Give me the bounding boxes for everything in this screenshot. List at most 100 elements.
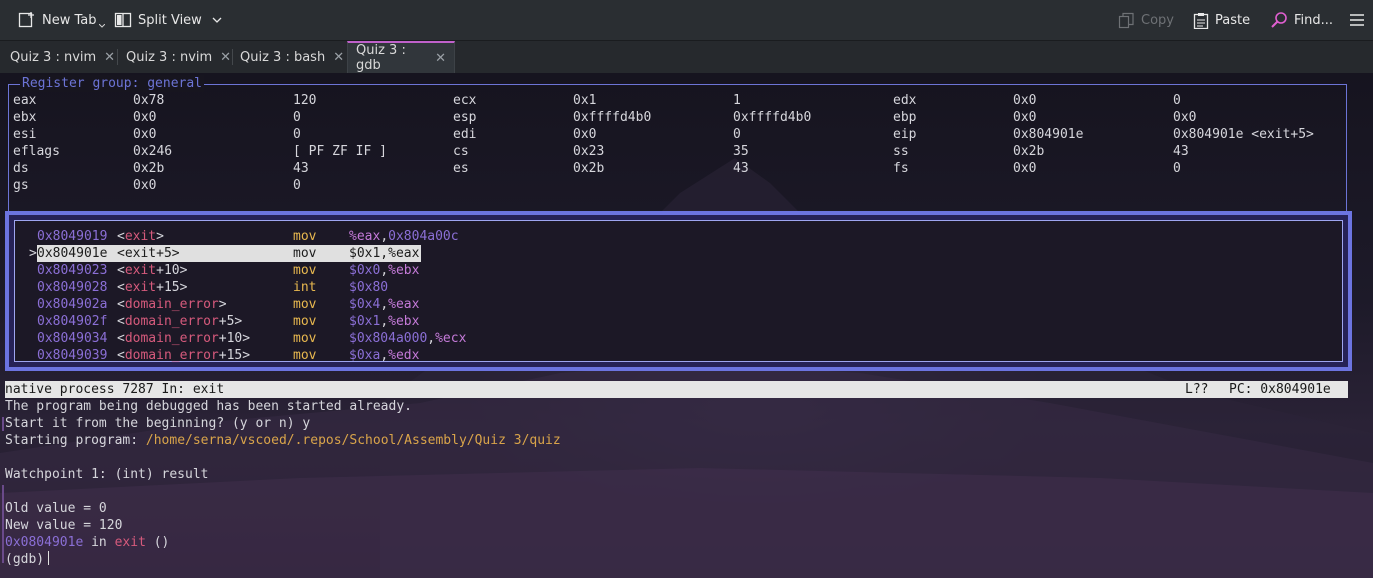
new-tab-button[interactable]: New Tab (18, 0, 105, 40)
console-line: Start it from the beginning? (y or n) y (5, 416, 311, 431)
hamburger-menu-button[interactable] (1349, 0, 1365, 40)
toolbar: New Tab Split View Copy Paste Find... (0, 0, 1373, 40)
asm-address: 0x8049039 (37, 348, 108, 363)
instruction-row: 0x8049028 <exit+15> int $0x80 (0, 279, 1373, 296)
asm-symbol-offset: +10 (218, 331, 243, 346)
stop-address: 0x0804901e (5, 535, 84, 550)
register-natural: 0x804901e <exit+5> (1173, 127, 1314, 142)
paste-button[interactable]: Paste (1193, 0, 1250, 40)
close-icon[interactable]: ✕ (333, 50, 344, 65)
asm-opcode: mov (293, 297, 317, 312)
asm-operand: , (380, 263, 389, 278)
status-line: L?? (1185, 382, 1209, 397)
console-text: Starting program: (5, 433, 146, 448)
tab-label: Quiz 3 : bash (240, 49, 326, 65)
status-bar: native process 7287 In: exit L?? PC: 0x8… (5, 381, 1348, 398)
asm-operand: $0x4 (349, 297, 381, 312)
asm-symbol-name: domain_error (124, 297, 219, 312)
asm-opcode: mov (293, 348, 317, 363)
asm-opcode: mov (293, 331, 317, 346)
instruction-row: 0x8049034 <domain_error+10> mov $0x804a000,… (0, 330, 1373, 347)
register-natural: 0xffffd4b0 (733, 110, 812, 125)
find-button[interactable]: Find... (1270, 0, 1333, 40)
register-natural: 0 (1173, 93, 1181, 108)
register-hex: 0x2b (573, 161, 605, 176)
register-panel (8, 84, 1347, 213)
register-hex: 0x0 (1013, 93, 1037, 108)
register-name: ebx (13, 110, 37, 125)
asm-operand: %eax (349, 229, 381, 244)
asm-address: 0x804902f (37, 314, 108, 329)
asm-symbol-offset: +5 (156, 246, 172, 261)
register-name: edx (893, 93, 917, 108)
split-view-label: Split View (138, 12, 202, 28)
current-instruction: >0x804901e <exit+5> mov $0x1,%eax (0, 245, 1373, 262)
asm-operands: $0x804a000,%ecx (349, 330, 466, 347)
status-process: native process 7287 In: exit (5, 382, 225, 397)
console-left-marker (2, 417, 4, 431)
copy-button[interactable]: Copy (1118, 0, 1174, 40)
close-icon[interactable]: ✕ (104, 50, 115, 65)
split-view-icon (114, 12, 132, 28)
register-name: es (453, 161, 469, 176)
terminal-area[interactable]: Register group: general eax 0x78 120 ecx 0x1… (0, 73, 1373, 578)
register-hex: 0xffffd4b0 (573, 110, 652, 125)
asm-symbol-offset: +10 (156, 263, 180, 278)
tab-quiz3-nvim-1[interactable]: Quiz 3 : nvim ✕ (2, 41, 123, 73)
register-natural: 35 (733, 144, 749, 159)
gdb-prompt-line[interactable]: (gdb) (5, 551, 50, 568)
close-icon[interactable]: ✕ (435, 51, 446, 66)
gdb-prompt: (gdb) (5, 552, 45, 567)
register-natural: 0x0 (1173, 110, 1197, 125)
asm-symbol-offset: +15 (218, 348, 243, 363)
program-path: /home/serna/vscoed/.repos/School/Assembl… (145, 433, 561, 448)
tab-quiz3-bash[interactable]: Quiz 3 : bash ✕ (232, 41, 352, 73)
asm-address: 0x8049028 (37, 280, 108, 295)
register-hex: 0x0 (133, 178, 157, 193)
asm-operand: 0x804a00c (388, 229, 459, 244)
find-label: Find... (1294, 12, 1334, 28)
console-line: Watchpoint 1: (int) result (5, 467, 209, 482)
asm-symbol-name: exit (124, 246, 157, 261)
close-icon[interactable]: ✕ (220, 50, 231, 65)
asm-opcode: mov (293, 314, 317, 329)
asm-operand: $0x1,%eax (349, 246, 420, 261)
tab-quiz3-nvim-2[interactable]: Quiz 3 : nvim ✕ (118, 41, 239, 73)
asm-operand: %eax (388, 297, 420, 312)
register-name: esp (453, 110, 477, 125)
asm-symbol-offset: +15 (156, 280, 180, 295)
chevron-down-icon (212, 17, 222, 23)
tab-bar: Quiz 3 : nvim ✕ Quiz 3 : nvim ✕ Quiz 3 :… (0, 40, 1373, 74)
asm-opcode: mov (293, 263, 317, 278)
search-icon (1271, 12, 1287, 28)
chevron-down-icon (98, 24, 105, 28)
instruction-row: 0x804902a <domain_error> mov $0x4,%eax (0, 296, 1373, 313)
tab-quiz3-gdb[interactable]: Quiz 3 : gdb ✕ (347, 41, 455, 73)
asm-operand: $0x804a000 (349, 331, 428, 346)
register-name: ss (893, 144, 909, 159)
register-hex: 0x1 (573, 93, 597, 108)
asm-operand: , (427, 331, 436, 346)
register-natural: 0 (733, 127, 741, 142)
asm-symbol: <domain_error+10> (117, 331, 251, 346)
asm-operands: $0x4,%eax (349, 296, 419, 313)
register-natural: 0 (293, 127, 301, 142)
register-natural: 1 (733, 93, 741, 108)
console-line: New value = 120 (5, 518, 123, 533)
asm-operands: $0x1,%eax (349, 245, 419, 262)
asm-operand: %ebx (388, 314, 420, 329)
asm-symbol: <domain_error+15> (117, 348, 251, 363)
instruction-row: 0x8049039 <domain_error+15> mov $0xa,%edx (0, 347, 1373, 364)
current-marker: > (29, 246, 37, 261)
tab-label: Quiz 3 : nvim (126, 49, 213, 65)
register-natural: [ PF ZF IF ] (293, 144, 387, 159)
asm-address: 0x804902a (37, 297, 108, 312)
asm-symbol: <exit> (117, 229, 164, 244)
instruction-row: 0x804902f <domain_error+5> mov $0x1,%ebx (0, 313, 1373, 330)
split-view-button[interactable]: Split View (114, 0, 222, 40)
asm-opcode: mov (293, 246, 317, 261)
asm-operands: $0xa,%edx (349, 347, 419, 364)
console-text: () (145, 535, 170, 550)
register-name: gs (13, 178, 29, 193)
hamburger-menu-icon (1350, 14, 1364, 26)
